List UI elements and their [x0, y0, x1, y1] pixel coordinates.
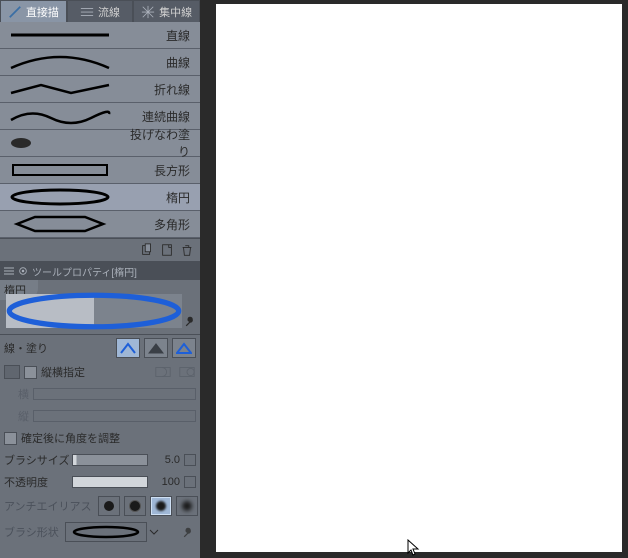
prop-antialias: アンチエイリアス — [0, 493, 200, 519]
aa-none[interactable] — [98, 496, 120, 516]
subtool-action-bar — [0, 238, 200, 262]
subtool-lasso-fill[interactable]: 投げなわ塗り — [0, 130, 200, 157]
subtool-label: 長方形 — [120, 162, 200, 179]
subtool-label: 曲線 — [120, 54, 200, 71]
subtool-label: 投げなわ塗り — [120, 126, 200, 160]
clipboard-icon[interactable] — [140, 243, 154, 257]
rotate-after-checkbox[interactable] — [4, 432, 17, 445]
subtool-rectangle[interactable]: 長方形 — [0, 157, 200, 184]
opacity-value[interactable]: 100 — [148, 476, 182, 488]
subtool-ellipse[interactable]: 楕円 — [0, 184, 200, 211]
linefill-outline[interactable] — [116, 338, 140, 358]
subtool-label: 楕円 — [120, 189, 200, 206]
linefill-both[interactable] — [172, 338, 196, 358]
ratio-icon-a — [154, 364, 172, 380]
tab-label: 流線 — [98, 4, 120, 20]
subtool-curve[interactable]: 曲線 — [0, 49, 200, 76]
prop-line-fill: 線・塗り — [0, 335, 200, 361]
width-field — [33, 388, 196, 400]
linefill-fill[interactable] — [144, 338, 168, 358]
new-icon[interactable] — [160, 243, 174, 257]
tool-properties: 線・塗り 縦横指定 横 縦 — [0, 335, 200, 558]
tab-label: 集中線 — [159, 4, 192, 20]
tool-preview-panel: 楕円 — [0, 280, 200, 335]
prop-width: 横 — [0, 383, 200, 405]
ellipse-preview — [6, 294, 182, 328]
wrench-icon[interactable] — [182, 525, 196, 539]
brush-shape-dropdown[interactable] — [65, 522, 147, 542]
opacity-dynamics[interactable] — [184, 476, 196, 488]
trash-icon[interactable] — [180, 243, 194, 257]
prop-brush-size: ブラシサイズ 5.0 — [0, 449, 200, 471]
prop-brush-shape: ブラシ形状 — [0, 519, 200, 545]
tab-stream-line[interactable]: 流線 — [67, 0, 134, 22]
wrench-icon[interactable] — [184, 314, 198, 328]
mouse-cursor — [407, 539, 421, 558]
menu-icon[interactable] — [4, 266, 14, 276]
tool-property-header: ツールプロパティ[楕円] — [0, 262, 200, 280]
expand-toggle[interactable] — [4, 365, 20, 379]
subtool-polygon[interactable]: 多角形 — [0, 211, 200, 238]
chevron-down-icon[interactable] — [149, 527, 159, 537]
canvas[interactable] — [216, 4, 622, 552]
prop-aspect-lock: 縦横指定 — [0, 361, 200, 383]
canvas-area — [200, 0, 628, 558]
subtool-tabs: 直接描 流線 集中線 — [0, 0, 200, 22]
height-field — [33, 410, 196, 422]
aa-medium[interactable] — [150, 496, 172, 516]
brush-size-slider[interactable] — [72, 454, 148, 466]
subtool-line[interactable]: 直線 — [0, 22, 200, 49]
subtool-label: 折れ線 — [120, 81, 200, 98]
aa-weak[interactable] — [124, 496, 146, 516]
subtool-label: 直線 — [120, 27, 200, 44]
brush-size-dynamics[interactable] — [184, 454, 196, 466]
tab-label: 直接描 — [26, 4, 59, 20]
subtool-polyline[interactable]: 折れ線 — [0, 76, 200, 103]
panel-title: ツールプロパティ[楕円] — [32, 264, 137, 279]
aa-strong[interactable] — [176, 496, 198, 516]
ratio-icon-b — [178, 364, 196, 380]
prop-opacity: 不透明度 100 — [0, 471, 200, 493]
subtool-label: 多角形 — [120, 216, 200, 233]
prop-rotate-after: 確定後に角度を調整 — [0, 427, 200, 449]
opacity-slider[interactable] — [72, 476, 148, 488]
tab-focus-line[interactable]: 集中線 — [133, 0, 200, 22]
gear-icon[interactable] — [18, 266, 28, 276]
prop-height: 縦 — [0, 405, 200, 427]
aspect-lock-checkbox[interactable] — [24, 366, 37, 379]
brush-size-value[interactable]: 5.0 — [148, 454, 182, 466]
tab-direct-draw[interactable]: 直接描 — [0, 0, 67, 22]
subtool-label: 連続曲線 — [120, 108, 200, 125]
subtool-list: 直線 曲線 折れ線 連続曲線 投げなわ塗り 長方形 — [0, 22, 200, 238]
